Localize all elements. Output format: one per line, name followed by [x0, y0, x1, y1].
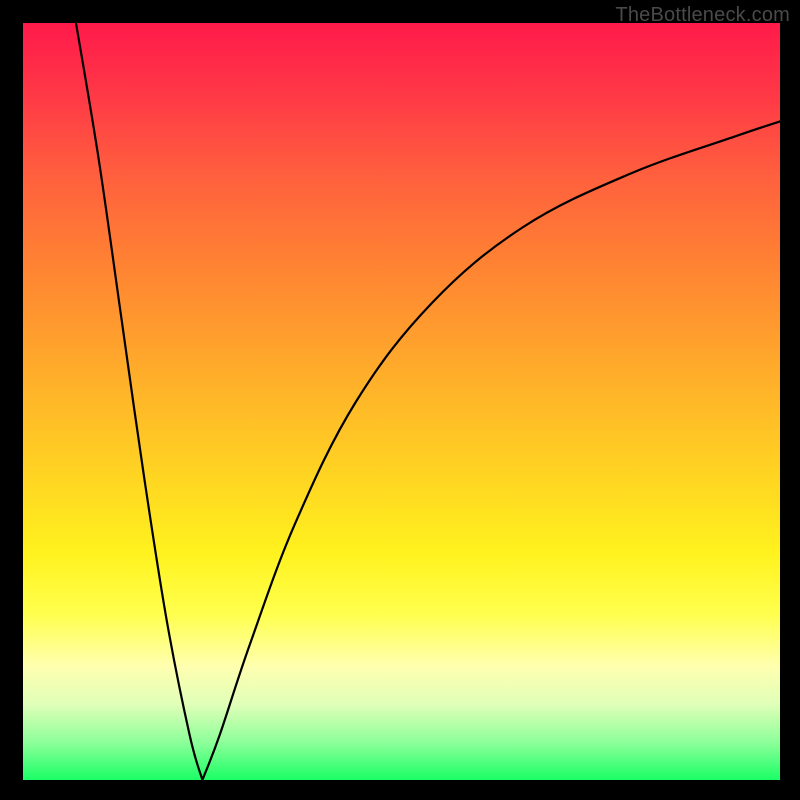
marker-capsule — [187, 682, 190, 708]
curve-layer — [23, 23, 780, 780]
plot-area — [23, 23, 780, 780]
curves — [76, 23, 780, 780]
chart-frame: TheBottleneck.com — [0, 0, 800, 800]
watermark-text: TheBottleneck.com — [615, 4, 790, 27]
marker-capsule — [173, 557, 176, 583]
curve-right-curve — [202, 121, 780, 780]
curve-left-curve — [76, 23, 202, 780]
marker-capsule — [180, 613, 182, 643]
marker-capsule — [256, 587, 262, 610]
